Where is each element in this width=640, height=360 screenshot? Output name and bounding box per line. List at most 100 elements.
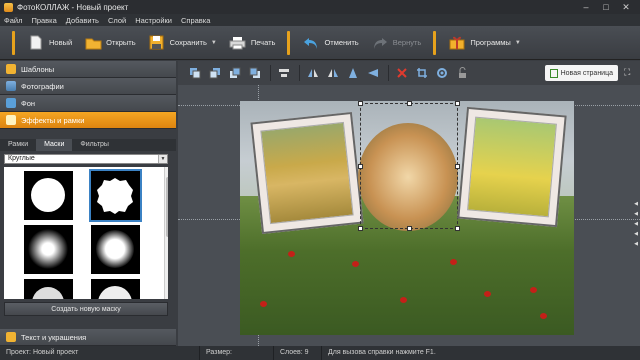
toolbar-separator [433, 30, 437, 55]
tab-filters[interactable]: Фильтры [72, 139, 117, 151]
resize-handle[interactable] [358, 101, 363, 106]
menu-settings[interactable]: Настройки [135, 16, 172, 25]
chevron-down-icon[interactable]: ▼ [515, 40, 521, 46]
poppy [540, 313, 547, 319]
new-page-button[interactable]: Новая страница [544, 65, 618, 81]
minimize-button[interactable]: – [576, 0, 596, 14]
mask-gallery [4, 167, 168, 299]
mask-thumbnail[interactable] [91, 279, 140, 299]
undo-arrow-icon [302, 35, 320, 51]
main-toolbar: Новый Открыть Сохранить ▼ Печать Отменит… [0, 26, 640, 60]
bring-forward-icon[interactable] [206, 65, 223, 81]
mask-thumbnail[interactable] [89, 169, 142, 222]
section-background[interactable]: Фон [0, 95, 176, 112]
new-page-icon [549, 68, 558, 78]
chevron-down-icon[interactable]: ▼ [211, 40, 217, 46]
photo-girl-field [260, 121, 354, 225]
menu-help[interactable]: Справка [181, 16, 210, 25]
lock-icon[interactable] [453, 65, 470, 81]
toolbar-separator [287, 30, 291, 55]
send-backward-icon[interactable] [226, 65, 243, 81]
print-button[interactable]: Печать [223, 29, 282, 57]
window-title: ФотоКОЛЛАЖ - Новый проект [17, 2, 129, 12]
toolbar-separator [12, 30, 15, 55]
mask-thumbnail[interactable] [24, 225, 73, 274]
section-templates[interactable]: Шаблоны [0, 61, 176, 78]
flip-horizontal-icon[interactable] [304, 65, 321, 81]
photo-frame-right[interactable] [457, 106, 567, 228]
maximize-button[interactable]: □ [596, 0, 616, 14]
mirror-horizontal-icon[interactable] [364, 65, 381, 81]
edit-toolbar: Новая страница ⛶ [178, 61, 640, 85]
redo-button[interactable]: Вернуть [365, 29, 428, 57]
new-label: Новый [49, 38, 73, 47]
app-icon [4, 2, 13, 12]
photo-frame-left[interactable] [250, 111, 364, 235]
menu-file[interactable]: Файл [4, 16, 22, 25]
mirror-vertical-icon[interactable] [344, 65, 361, 81]
new-document-icon [27, 35, 45, 51]
open-button[interactable]: Открыть [78, 29, 141, 57]
section-photos[interactable]: Фотографии [0, 78, 176, 95]
new-button[interactable]: Новый [21, 29, 78, 57]
align-icon[interactable] [275, 65, 292, 81]
undo-button[interactable]: Отменить [296, 29, 364, 57]
mask-thumbnail[interactable] [91, 225, 140, 274]
right-side-nav: ◀ ◀ ◀ ◀ ◀ [634, 201, 638, 247]
section-text-decorations[interactable]: Текст и украшения [0, 329, 176, 346]
gear-icon[interactable] [433, 65, 450, 81]
collage-canvas[interactable] [240, 101, 574, 335]
bring-to-front-icon[interactable] [186, 65, 203, 81]
resize-handle[interactable] [358, 164, 363, 169]
section-label: Фон [21, 98, 36, 108]
mask-category-select[interactable]: Круглые ▼ [4, 154, 168, 164]
menu-layer[interactable]: Слой [108, 16, 126, 25]
redo-label: Вернуть [392, 38, 422, 47]
chevron-down-icon[interactable]: ▼ [158, 155, 167, 163]
tab-frames[interactable]: Рамки [0, 139, 36, 151]
poppy [530, 287, 537, 293]
tab-masks[interactable]: Маски [36, 139, 73, 151]
create-new-mask-button[interactable]: Создать новую маску [4, 302, 168, 316]
fullscreen-icon[interactable]: ⛶ [624, 67, 636, 79]
nav-arrow-icon[interactable]: ◀ [634, 221, 638, 227]
send-to-back-icon[interactable] [246, 65, 263, 81]
mask-thumbnail[interactable] [24, 171, 73, 220]
crop-icon[interactable] [413, 65, 430, 81]
programs-button[interactable]: Программы ▼ [442, 29, 526, 57]
resize-handle[interactable] [358, 226, 363, 231]
section-label: Фотографии [21, 81, 64, 91]
scrollbar-thumb[interactable] [166, 177, 168, 237]
resize-handle[interactable] [455, 164, 460, 169]
mask-scrollbar[interactable] [164, 167, 168, 299]
mask-thumbnail[interactable] [24, 279, 73, 299]
section-label: Эффекты и рамки [21, 115, 85, 125]
resize-handle[interactable] [407, 226, 412, 231]
open-label: Открыть [106, 38, 136, 47]
section-label: Шаблоны [21, 64, 55, 74]
programs-label: Программы [470, 38, 511, 47]
menu-edit[interactable]: Правка [31, 16, 56, 25]
status-bar: Проект: Новый проект Размер: 3508x2480 С… [0, 346, 640, 360]
undo-label: Отменить [324, 38, 359, 47]
status-layers: Слоев: 9 [274, 346, 322, 360]
menu-add[interactable]: Добавить [66, 16, 99, 25]
panel-tabs: Рамки Маски Фильтры [0, 139, 176, 151]
resize-handle[interactable] [407, 101, 412, 106]
poppy [484, 291, 491, 297]
gift-box-icon [448, 35, 466, 51]
flip-icon[interactable] [324, 65, 341, 81]
toolbar-separator [299, 65, 300, 81]
section-label: Текст и украшения [21, 332, 87, 342]
section-effects-frames[interactable]: Эффекты и рамки [0, 112, 176, 129]
nav-arrow-icon[interactable]: ◀ [634, 231, 638, 237]
delete-icon[interactable] [393, 65, 410, 81]
resize-handle[interactable] [455, 101, 460, 106]
close-button[interactable]: ✕ [616, 0, 636, 14]
nav-arrow-icon[interactable]: ◀ [634, 241, 638, 247]
nav-arrow-icon[interactable]: ◀ [634, 211, 638, 217]
save-button[interactable]: Сохранить ▼ [142, 29, 223, 57]
resize-handle[interactable] [455, 226, 460, 231]
nav-arrow-icon[interactable]: ◀ [634, 201, 638, 207]
toolbar-separator [270, 65, 271, 81]
